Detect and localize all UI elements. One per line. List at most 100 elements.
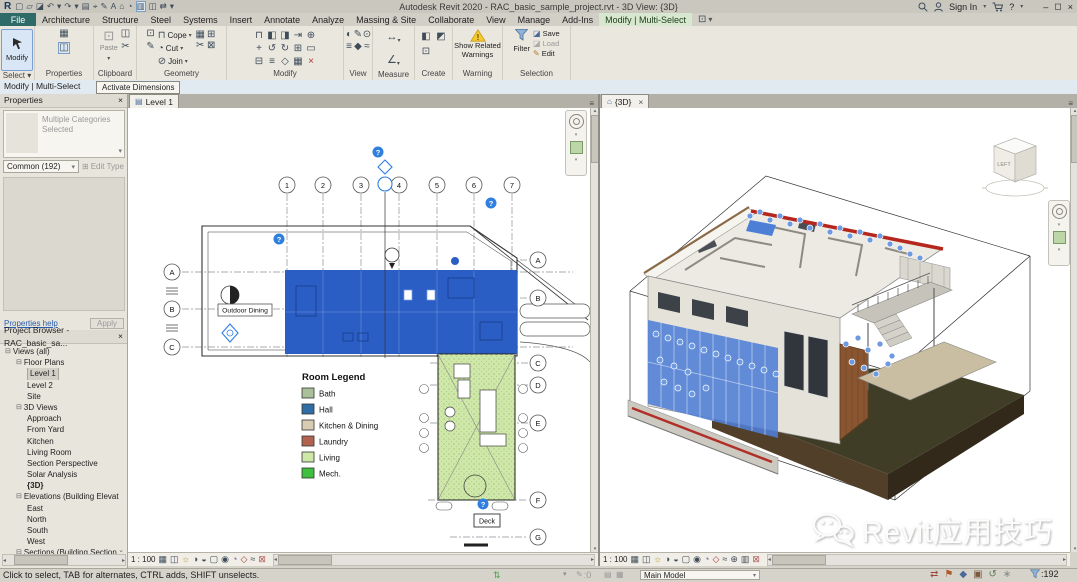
sun-path-icon[interactable]: ☼ [654, 555, 662, 564]
level1-hscroll-thumb[interactable] [278, 555, 332, 565]
edit-type-button[interactable]: ⊞Edit Type [82, 160, 124, 173]
crop-view-icon[interactable]: ▢ [210, 555, 219, 564]
tree-expander-icon[interactable]: ⊟ [16, 491, 22, 502]
restore-button[interactable]: ◻ [1054, 1, 1061, 12]
view3d-canvas[interactable]: LEFT ▾ ▾ [600, 108, 1070, 552]
steering-wheel-icon[interactable] [569, 114, 584, 129]
browser-item-level-2[interactable]: Level 2 [0, 380, 127, 391]
level1-scale[interactable]: 1 : 100 [131, 555, 155, 564]
view-tool-icon[interactable]: ≈ [364, 42, 370, 52]
tree-scroll-down-icon[interactable]: ⌄ [118, 546, 124, 554]
new-icon[interactable]: ▢ [15, 2, 23, 11]
view3d-hscrollbar[interactable]: ◂▸ [767, 554, 1067, 566]
worksets-dialog-icon[interactable]: ▤ [604, 571, 612, 579]
section-icon[interactable]: ◔ [127, 2, 132, 11]
help-caret-icon[interactable]: ▾ [1020, 3, 1023, 10]
browser-item--3d-[interactable]: {3D} [0, 480, 127, 491]
visual-style-icon[interactable]: ◫ [170, 555, 179, 564]
shadows-icon[interactable]: ◑ [193, 555, 198, 564]
type-selector[interactable]: Multiple Categories Selected ▾ [3, 110, 125, 158]
locked-orientation-icon[interactable]: ⊕ [730, 555, 738, 564]
view3d-navigation-bar[interactable]: ▾ ▾ [1048, 200, 1070, 266]
redo-caret-icon[interactable]: ▾ [74, 2, 78, 11]
tab-steel[interactable]: Steel [145, 13, 178, 26]
modify-tool-icon[interactable]: ≡ [269, 57, 275, 67]
help-button[interactable]: ? [1009, 2, 1014, 12]
tab-massing-site[interactable]: Massing & Site [350, 13, 422, 26]
view3d-vscroll-thumb[interactable] [1071, 115, 1077, 163]
cope-button[interactable]: ⊓Cope▾ [158, 29, 192, 42]
crop-view-icon[interactable]: ▢ [682, 555, 691, 564]
modify-tool-icon[interactable]: ▭ [306, 44, 315, 54]
undo-icon[interactable]: ↶ [47, 2, 54, 11]
demolish-hammer-icon[interactable]: ⊠ [207, 41, 215, 51]
opening-icon[interactable]: ▦ [195, 30, 204, 40]
tree-expander-icon[interactable]: ⊟ [16, 357, 22, 368]
text-icon[interactable]: A [111, 2, 117, 11]
tab-insert[interactable]: Insert [224, 13, 259, 26]
browser-item-west[interactable]: West [0, 536, 127, 547]
modify-button[interactable]: Modify [1, 29, 33, 71]
tab-structure[interactable]: Structure [96, 13, 145, 26]
sketchy-lines-icon[interactable]: ◒ [673, 555, 678, 564]
steering-wheel-icon[interactable] [1052, 204, 1067, 219]
temporary-view-properties-icon[interactable]: ≈ [722, 555, 727, 564]
measure-angle-button[interactable]: ∠▾ [387, 52, 400, 70]
temporary-hide-isolate-icon[interactable]: ◔ [704, 555, 709, 564]
switch-windows-icon[interactable]: ⇄ [160, 2, 167, 11]
browser-item-from-yard[interactable]: From Yard [0, 424, 127, 435]
modify-tool-icon[interactable]: ⊟ [255, 57, 263, 67]
modify-tool-icon[interactable]: ◇ [281, 57, 289, 67]
project-browser-close-icon[interactable]: × [118, 330, 123, 343]
browser-item-level-1[interactable]: Level 1 [0, 368, 127, 379]
create-tool-icon[interactable]: ◧ [421, 32, 430, 42]
tab-systems[interactable]: Systems [177, 13, 224, 26]
shadows-icon[interactable]: ◑ [665, 555, 670, 564]
level1-view-list-icon[interactable]: ≡ [585, 99, 598, 108]
show-related-warnings-button[interactable]: ! Show Related Warnings [454, 29, 502, 59]
revit-logo[interactable]: R [4, 1, 11, 12]
cut-clipboard-icon[interactable]: ✂ [121, 42, 129, 52]
modify-tool-icon[interactable]: ◧ [267, 31, 276, 41]
browser-item-kitchen[interactable]: Kitchen [0, 436, 127, 447]
selected-rooms[interactable] [285, 257, 517, 354]
copy-icon[interactable]: ◫ [121, 29, 130, 39]
browser-item-elevations-building-elevat[interactable]: ⊟Elevations (Building Elevat [0, 491, 127, 502]
edit-selection-button[interactable]: ✎Edit [533, 49, 560, 58]
browser-item-living-room[interactable]: Living Room [0, 447, 127, 458]
user-icon[interactable] [934, 2, 943, 12]
properties-close-icon[interactable]: × [118, 94, 123, 107]
tree-expander-icon[interactable]: ⊟ [5, 346, 11, 357]
panel-select-label[interactable]: Select ▾ [0, 71, 34, 80]
tree-expander-icon[interactable]: ⊟ [16, 402, 22, 413]
view-tab-close-icon[interactable]: × [638, 97, 643, 107]
close-button[interactable]: × [1068, 2, 1073, 12]
delete-icon[interactable]: × [308, 57, 314, 67]
join-button[interactable]: ⊘Join▾ [158, 55, 192, 68]
create-tool-icon[interactable]: ◩ [436, 32, 445, 42]
tab-architecture[interactable]: Architecture [36, 13, 96, 26]
save-icon[interactable]: ◪ [36, 2, 44, 11]
background-processes-icon[interactable]: ▣ [973, 570, 982, 580]
measure-icon[interactable]: ⌖ [93, 2, 98, 11]
browser-item-3d-views[interactable]: ⊟3D Views [0, 402, 127, 413]
zoom-icon[interactable] [570, 141, 583, 154]
modify-tool-icon[interactable]: ↺ [268, 44, 276, 54]
sketchy-lines-icon[interactable]: ◒ [201, 555, 206, 564]
load-selection-button[interactable]: ◪Load [533, 39, 560, 48]
view3d-vscrollbar[interactable]: ▴▾ [1070, 108, 1077, 552]
outdoor-dining-tag[interactable]: Outdoor Dining [218, 304, 272, 316]
tab-collaborate[interactable]: Collaborate [422, 13, 480, 26]
browser-item-south[interactable]: South [0, 525, 127, 536]
exclude-options-icon[interactable]: ◆ [959, 570, 967, 580]
create-tool-icon[interactable]: ⊡ [422, 47, 430, 57]
paste-button[interactable]: ⊡ Paste▾ [100, 29, 118, 62]
selected-element-dot[interactable] [451, 257, 459, 265]
tab-modify-multi-select[interactable]: Modify | Multi-Select [599, 13, 692, 26]
level1-navigation-bar[interactable]: ▾ ▾ [565, 110, 587, 176]
view-tool-icon[interactable]: ✎ [354, 30, 362, 40]
tab-annotate[interactable]: Annotate [258, 13, 306, 26]
sun-path-icon[interactable]: ☼ [182, 555, 190, 564]
visual-style-icon[interactable]: ◫ [642, 555, 651, 564]
cut-button[interactable]: ◔Cut▾ [158, 42, 192, 55]
